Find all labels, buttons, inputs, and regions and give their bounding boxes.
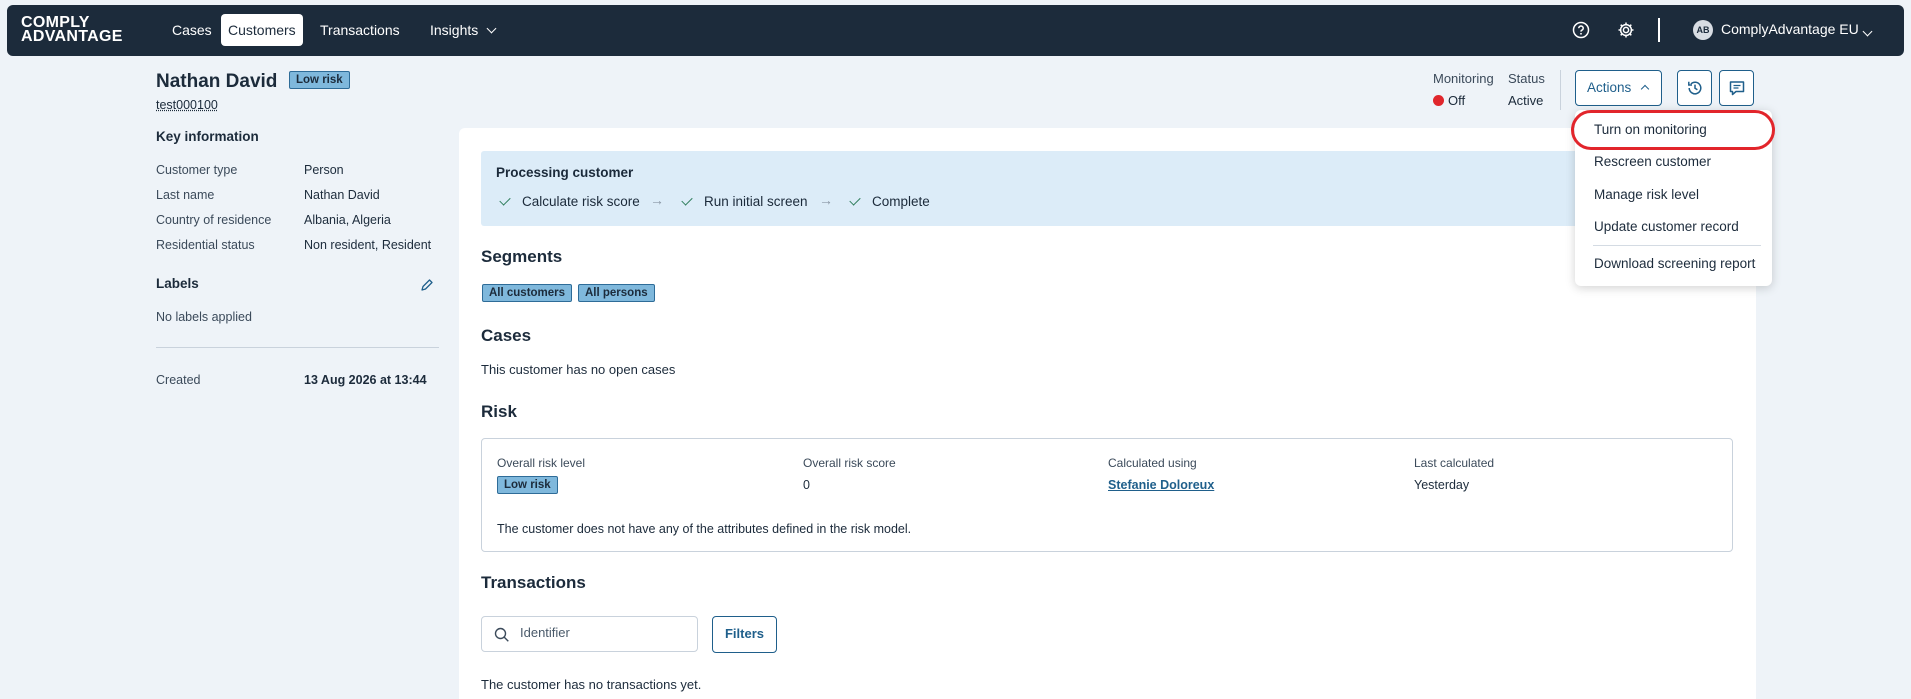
- cases-empty-text: This customer has no open cases: [481, 362, 676, 377]
- arrow-icon: →: [819, 192, 833, 208]
- edit-labels-icon[interactable]: [420, 278, 434, 295]
- calculated-using-label: Calculated using: [1108, 456, 1197, 470]
- menu-divider: [1593, 245, 1761, 246]
- gear-icon[interactable]: [1616, 20, 1636, 40]
- labels-empty-text: No labels applied: [156, 310, 252, 324]
- chevron-down-icon: [486, 23, 497, 34]
- monitoring-label: Monitoring: [1433, 71, 1494, 86]
- chevron-down-icon[interactable]: [1862, 26, 1873, 37]
- highlight-annotation: [1571, 110, 1775, 150]
- key-information-heading: Key information: [156, 129, 259, 144]
- transactions-heading: Transactions: [481, 573, 586, 592]
- status-label: Status: [1508, 71, 1545, 86]
- monitoring-value: Off: [1448, 93, 1466, 108]
- status-value: Active: [1508, 93, 1544, 108]
- step-initial-screen: Run initial screen: [681, 194, 808, 209]
- country-label: Country of residence: [156, 213, 272, 227]
- risk-heading: Risk: [481, 402, 517, 421]
- cases-heading: Cases: [481, 326, 532, 345]
- country-value: Albania, Algeria: [304, 213, 391, 227]
- overall-risk-level-label: Overall risk level: [497, 456, 586, 470]
- chevron-up-icon: [1640, 84, 1650, 94]
- last-calculated-value: Yesterday: [1414, 478, 1470, 492]
- last-calculated-label: Last calculated: [1414, 456, 1495, 470]
- residential-status-label: Residential status: [156, 238, 255, 252]
- help-icon[interactable]: [1571, 20, 1591, 40]
- risk-note: The customer does not have any of the at…: [497, 522, 912, 536]
- check-icon: [681, 194, 693, 206]
- overall-risk-score-value: 0: [803, 478, 810, 492]
- menu-item-manage-risk-level[interactable]: Manage risk level: [1594, 187, 1699, 202]
- nav-cases[interactable]: Cases: [165, 14, 219, 46]
- created-value: 13 Aug 2026 at 13:44: [304, 373, 427, 387]
- divider: [156, 347, 439, 348]
- history-button[interactable]: [1677, 70, 1712, 106]
- nav-customers[interactable]: Customers: [221, 14, 303, 46]
- arrow-icon: →: [650, 192, 664, 208]
- menu-item-download-report[interactable]: Download screening report: [1594, 256, 1755, 271]
- processing-title: Processing customer: [496, 165, 634, 180]
- calculated-using-link[interactable]: Stefanie Doloreux: [1108, 478, 1214, 492]
- customer-name: Nathan David: [156, 71, 278, 92]
- header-divider: [1560, 70, 1561, 110]
- step-calculate-risk: Calculate risk score: [499, 194, 640, 209]
- labels-heading: Labels: [156, 276, 199, 291]
- nav-insights[interactable]: Insights: [423, 14, 502, 46]
- customer-type-label: Customer type: [156, 163, 238, 177]
- menu-item-rescreen-customer[interactable]: Rescreen customer: [1594, 154, 1711, 169]
- monitoring-status-dot: [1433, 95, 1444, 106]
- segment-badge[interactable]: All customers: [482, 284, 573, 302]
- transactions-empty-text: The customer has no transactions yet.: [481, 677, 702, 692]
- segments-heading: Segments: [481, 247, 563, 266]
- last-name-value: Nathan David: [304, 188, 380, 202]
- overall-risk-score-label: Overall risk score: [803, 456, 896, 470]
- menu-item-update-customer-record[interactable]: Update customer record: [1594, 219, 1739, 234]
- last-name-label: Last name: [156, 188, 215, 202]
- nav-divider: [1658, 18, 1660, 42]
- check-icon: [499, 194, 511, 206]
- avatar[interactable]: AB: [1693, 20, 1713, 40]
- residential-status-value: Non resident, Resident: [304, 238, 432, 252]
- nav-transactions[interactable]: Transactions: [313, 14, 407, 46]
- history-icon: [1688, 81, 1702, 95]
- transaction-search[interactable]: [481, 616, 698, 652]
- actions-button[interactable]: Actions: [1575, 70, 1662, 106]
- processing-banner: [481, 151, 1731, 226]
- customer-id[interactable]: test000100: [156, 98, 218, 112]
- created-label: Created: [156, 373, 201, 387]
- risk-badge: Low risk: [289, 71, 350, 89]
- search-input[interactable]: [520, 625, 680, 640]
- comment-icon: [1729, 81, 1745, 96]
- top-nav: COMPLY ADVANTAGE Cases Customers Transac…: [7, 5, 1904, 56]
- comments-button[interactable]: [1719, 70, 1754, 106]
- account-name[interactable]: ComplyAdvantage EU: [1721, 21, 1859, 37]
- filters-button[interactable]: Filters: [712, 616, 777, 653]
- search-icon: [494, 627, 509, 642]
- risk-level-badge: Low risk: [497, 476, 558, 494]
- check-icon: [849, 194, 861, 206]
- comply-advantage-logo[interactable]: COMPLY ADVANTAGE: [21, 15, 123, 45]
- step-complete: Complete: [849, 194, 930, 209]
- customer-type-value: Person: [304, 163, 344, 177]
- segment-badge[interactable]: All persons: [578, 284, 655, 302]
